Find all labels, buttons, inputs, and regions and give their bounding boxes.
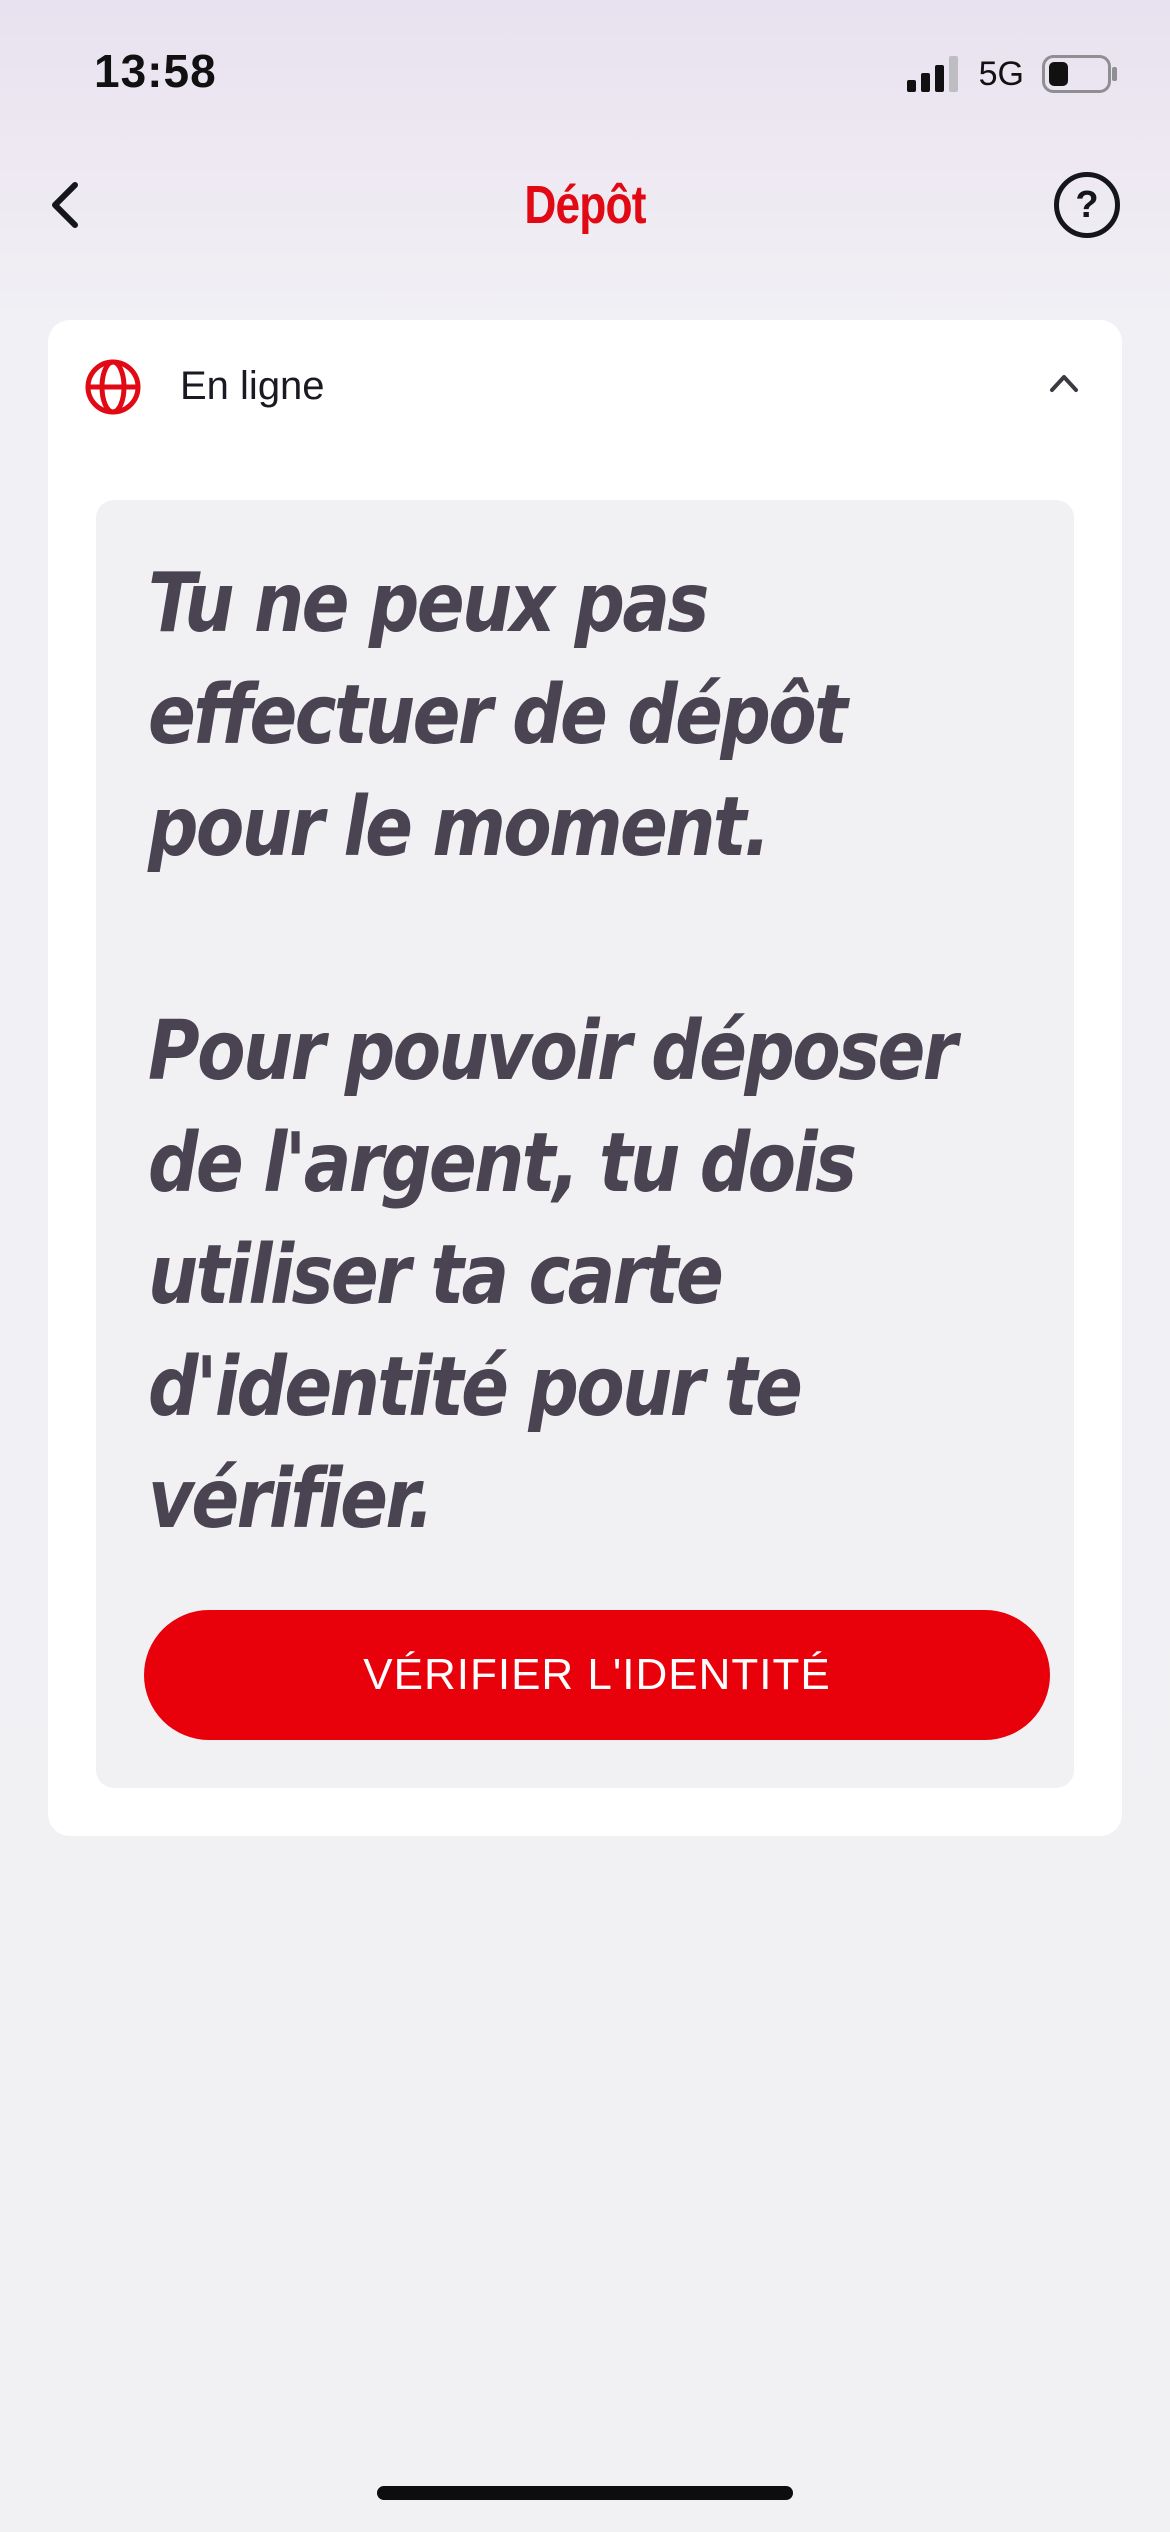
status-bar: 13:58 5G — [0, 0, 1170, 150]
deposit-method-card: En ligne Tu ne peux pas effectuer de dép… — [48, 320, 1122, 1836]
chevron-up-icon[interactable] — [1048, 372, 1080, 394]
chevron-left-icon — [52, 182, 78, 228]
help-button[interactable]: ? — [1054, 172, 1120, 238]
verify-identity-button[interactable]: VÉRIFIER L'IDENTITÉ — [144, 1610, 1050, 1740]
status-time: 13:58 — [94, 45, 217, 97]
deposit-blocked-notice: Tu ne peux pas effectuer de dépôt pour l… — [96, 500, 1074, 1788]
page-title: Dépôt — [524, 175, 646, 235]
notice-paragraph-2: Pour pouvoir déposer de l'argent, tu doi… — [148, 1004, 958, 1547]
verify-identity-label: VÉRIFIER L'IDENTITÉ — [363, 1650, 831, 1699]
signal-icon — [906, 56, 958, 92]
accordion-label: En ligne — [180, 364, 325, 408]
network-label: 5G — [978, 54, 1024, 93]
nav-header: Dépôt ? — [0, 150, 1170, 260]
status-indicators: 5G — [906, 54, 1118, 94]
notice-text: Tu ne peux pas effectuer de dépôt pour l… — [148, 548, 1008, 1556]
battery-icon — [1042, 55, 1117, 93]
back-button[interactable] — [30, 170, 100, 240]
home-indicator — [377, 2486, 793, 2500]
accordion-header-online[interactable]: En ligne — [48, 320, 1122, 452]
notice-paragraph-1: Tu ne peux pas effectuer de dépôt pour l… — [148, 556, 848, 875]
globe-icon — [85, 359, 141, 415]
question-circle-icon: ? — [1075, 184, 1099, 226]
battery-fill — [1049, 62, 1068, 86]
